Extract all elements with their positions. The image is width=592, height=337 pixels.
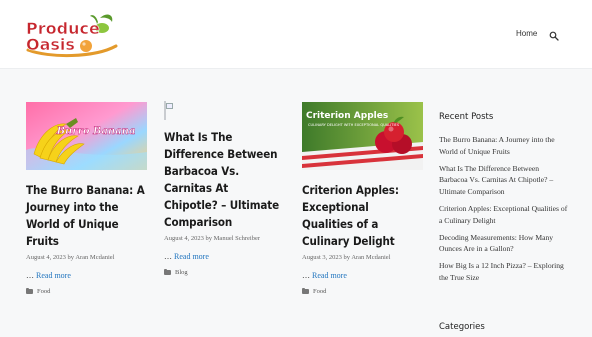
produce-oasis-logo: Produce Oasis [26,14,118,58]
image-caption: Burro Banana [56,126,136,137]
post-excerpt: … Read more [302,271,423,280]
image-subcaption: CULINARY DELIGHT WITH EXCEPTIONAL QUALIT… [308,123,400,127]
image-caption: Criterion Apples [306,111,388,121]
search-icon[interactable] [549,28,559,41]
recent-post-link[interactable]: The Burro Banana: A Journey into the Wor… [439,134,569,158]
site-header: Produce Oasis Home [0,0,592,69]
post-title[interactable]: What Is The Difference Between Barbacoa … [164,129,285,231]
post-author[interactable]: Aran Mcdaniel [75,254,114,261]
folder-icon [302,287,309,294]
post-card: What Is The Difference Between Barbacoa … [164,101,285,276]
site-logo[interactable]: Produce Oasis [24,12,120,58]
svg-text:Oasis: Oasis [26,35,75,54]
by-label: by [343,254,351,261]
post-category: Blog [164,268,285,276]
by-label: by [205,235,213,242]
post-thumbnail[interactable]: Burro Banana [26,102,147,170]
post-category: Food [302,287,423,295]
sidebar: Recent Posts The Burro Banana: A Journey… [439,112,569,289]
folder-icon [26,287,33,294]
read-more-link[interactable]: Read more [312,271,347,280]
post-author[interactable]: Aran Mcdaniel [351,254,390,261]
post-thumbnail[interactable]: Criterion Apples CULINARY DELIGHT WITH E… [302,102,423,170]
post-author[interactable]: Manuel Schreiber [214,235,260,242]
broken-image-icon [166,103,173,109]
recent-post-link[interactable]: How Big Is a 12 Inch Pizza? – Exploring … [439,260,569,284]
post-card: Burro Banana The Burro Banana: A Journey… [26,102,147,295]
by-label: by [67,254,75,261]
category-link[interactable]: Blog [175,269,188,276]
recent-posts-title: Recent Posts [439,112,494,122]
post-date: August 4, 2023 [26,254,66,261]
recent-posts-list: The Burro Banana: A Journey into the Wor… [439,134,569,284]
burro-banana-image: Burro Banana [26,102,147,170]
post-category: Food [26,287,147,295]
read-more-link[interactable]: Read more [36,271,71,280]
post-date: August 4, 2023 [164,235,204,242]
post-excerpt: … Read more [26,271,147,280]
post-title[interactable]: Criterion Apples: Exceptional Qualities … [302,182,423,250]
post-meta: August 4, 2023 by Manuel Schreiber [164,235,285,242]
ellipsis: … [164,252,172,261]
nav-home-link[interactable]: Home [516,29,537,38]
folder-icon [164,268,171,275]
post-meta: August 4, 2023 by Aran Mcdaniel [26,254,147,261]
post-excerpt: … Read more [164,252,285,261]
recent-post-link[interactable]: Decoding Measurements: How Many Ounces A… [439,232,569,256]
post-title[interactable]: The Burro Banana: A Journey into the Wor… [26,182,147,250]
category-link[interactable]: Food [37,288,50,295]
criterion-apples-image: Criterion Apples CULINARY DELIGHT WITH E… [302,102,423,170]
post-meta: August 3, 2023 by Aran Mcdaniel [302,254,423,261]
ellipsis: … [26,271,34,280]
post-date: August 3, 2023 [302,254,342,261]
ellipsis: … [302,271,310,280]
category-link[interactable]: Food [313,288,326,295]
recent-post-link[interactable]: Criterion Apples: Exceptional Qualities … [439,203,569,227]
categories-title: Categories [439,322,485,332]
read-more-link[interactable]: Read more [174,252,209,261]
post-card: Criterion Apples CULINARY DELIGHT WITH E… [302,102,423,295]
recent-post-link[interactable]: What Is The Difference Between Barbacoa … [439,163,569,198]
post-thumbnail-broken[interactable] [164,101,173,120]
